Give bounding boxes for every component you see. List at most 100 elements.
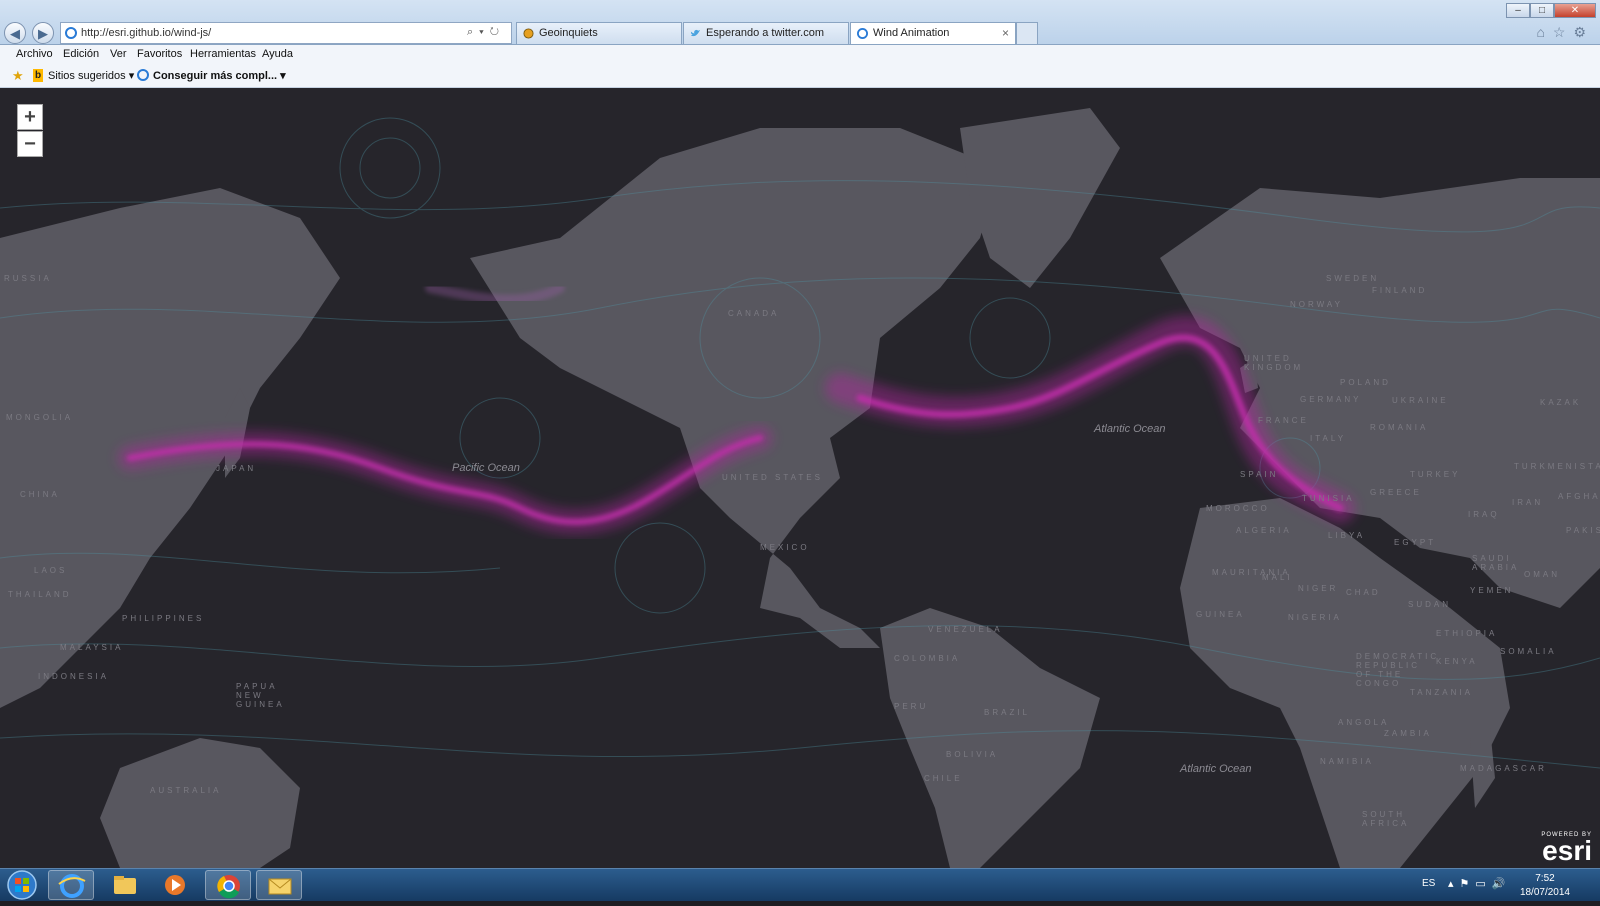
country-label: CHINA bbox=[20, 490, 60, 499]
country-label: FINLAND bbox=[1372, 286, 1428, 295]
country-label: ROMANIA bbox=[1370, 423, 1429, 432]
clock[interactable]: 7:52 18/07/2014 bbox=[1520, 872, 1570, 900]
menu-edicion[interactable]: Edición bbox=[63, 48, 99, 60]
minimize-button[interactable]: – bbox=[1506, 3, 1530, 18]
country-label: THAILAND bbox=[8, 590, 72, 599]
tab-label: Geoinquiets bbox=[539, 27, 598, 39]
start-button[interactable] bbox=[4, 869, 40, 901]
country-label: IRAQ bbox=[1468, 510, 1500, 519]
country-label: UNITED STATES bbox=[722, 473, 823, 482]
country-label: KENYA bbox=[1436, 657, 1478, 666]
country-label: YEMEN bbox=[1470, 586, 1514, 595]
tab-label: Esperando a twitter.com bbox=[706, 27, 825, 39]
maximize-button[interactable]: □ bbox=[1530, 3, 1554, 18]
ocean-label: Pacific Ocean bbox=[452, 462, 520, 474]
country-label: TANZANIA bbox=[1410, 688, 1473, 697]
country-label: PAKIST bbox=[1566, 526, 1600, 535]
wind-map[interactable]: + − CANADA UNITED STATES MEXICO VENEZUEL… bbox=[0, 88, 1600, 868]
system-tray: ES ▴⚑▭🔊 7:52 18/07/2014 bbox=[1400, 869, 1600, 901]
country-label: MADAGASCAR bbox=[1460, 764, 1547, 773]
country-label: MALI bbox=[1262, 573, 1293, 582]
country-label: CANADA bbox=[728, 309, 780, 318]
menu-archivo[interactable]: Archivo bbox=[16, 48, 53, 60]
country-label: BOLIVIA bbox=[946, 750, 999, 759]
country-label: RUSSIA bbox=[4, 274, 52, 283]
mail-icon bbox=[268, 878, 292, 895]
country-label: EGYPT bbox=[1394, 538, 1437, 547]
back-button[interactable]: ◀ bbox=[4, 22, 26, 44]
country-label: ZAMBIA bbox=[1384, 729, 1432, 738]
country-label: IRAN bbox=[1512, 498, 1544, 507]
country-label: MEXICO bbox=[760, 543, 810, 552]
esri-attribution[interactable]: POWERED BY esri bbox=[1541, 832, 1592, 865]
media-player-icon bbox=[165, 875, 185, 895]
address-url[interactable]: http://esri.github.io/wind-js/ bbox=[81, 27, 211, 39]
menu-ayuda[interactable]: Ayuda bbox=[262, 48, 293, 60]
country-label: MALAYSIA bbox=[60, 643, 124, 652]
country-label: LIBYA bbox=[1328, 531, 1366, 540]
menu-favoritos[interactable]: Favoritos bbox=[137, 48, 182, 60]
new-tab-button[interactable] bbox=[1016, 22, 1038, 44]
ie-page-icon bbox=[137, 69, 149, 81]
menu-herramientas[interactable]: Herramientas bbox=[190, 48, 256, 60]
tray-icons[interactable]: ▴⚑▭🔊 bbox=[1448, 877, 1511, 890]
country-label: COLOMBIA bbox=[894, 654, 961, 663]
country-label: TURKMENISTAN bbox=[1514, 462, 1600, 471]
window-controls: – □ ✕ bbox=[1506, 0, 1596, 18]
suggested-sites-link[interactable]: Sitios sugeridos ▾ bbox=[48, 69, 134, 82]
ie-page-icon bbox=[65, 27, 77, 39]
close-window-button[interactable]: ✕ bbox=[1554, 3, 1596, 18]
search-refresh-icons[interactable]: ⌕▾↻ bbox=[467, 26, 505, 39]
close-tab-icon[interactable]: × bbox=[1002, 26, 1009, 40]
taskbar-internet-explorer[interactable] bbox=[48, 870, 94, 900]
country-label: ETHIOPIA bbox=[1436, 629, 1498, 638]
country-label: MONGOLIA bbox=[6, 413, 74, 422]
country-label: NORWAY bbox=[1290, 300, 1343, 309]
country-label: POLAND bbox=[1340, 378, 1391, 387]
taskbar-mail[interactable] bbox=[256, 870, 302, 900]
taskbar-media-player[interactable] bbox=[152, 870, 198, 900]
language-indicator[interactable]: ES bbox=[1422, 878, 1435, 889]
country-label: KAZAK bbox=[1540, 398, 1582, 407]
country-label: GERMANY bbox=[1300, 395, 1362, 404]
country-label: CHILE bbox=[924, 774, 963, 783]
country-label: SOUTH AFRICA bbox=[1362, 810, 1410, 828]
taskbar-file-explorer[interactable] bbox=[102, 870, 148, 900]
tab-twitter[interactable]: Esperando a twitter.com bbox=[683, 22, 849, 44]
country-label: AUSTRALIA bbox=[150, 786, 222, 795]
browser-title-bar: ◀ ▶ http://esri.github.io/wind-js/ ⌕▾↻ G… bbox=[0, 0, 1600, 45]
taskbar-chrome[interactable] bbox=[205, 870, 251, 900]
chrome-icon bbox=[217, 875, 240, 899]
country-label: BRAZIL bbox=[984, 708, 1031, 717]
zoom-in-button[interactable]: + bbox=[17, 104, 43, 130]
country-label: MOROCCO bbox=[1206, 504, 1270, 513]
menu-ver[interactable]: Ver bbox=[110, 48, 127, 60]
tab-wind-animation[interactable]: Wind Animation × bbox=[850, 22, 1016, 44]
country-label: ANGOLA bbox=[1338, 718, 1390, 727]
clock-time: 7:52 bbox=[1535, 873, 1555, 884]
zoom-out-button[interactable]: − bbox=[17, 131, 43, 157]
country-label: INDONESIA bbox=[38, 672, 110, 681]
country-label: JAPAN bbox=[216, 464, 257, 473]
get-more-addons-link[interactable]: Conseguir más compl... ▾ bbox=[153, 69, 286, 82]
tab-geoinquiets[interactable]: Geoinquiets bbox=[516, 22, 682, 44]
country-label: SOMALIA bbox=[1500, 647, 1557, 656]
country-label: ITALY bbox=[1310, 434, 1347, 443]
favorites-star-icon[interactable]: ★ bbox=[12, 68, 24, 84]
country-label: VENEZUELA bbox=[928, 625, 1003, 634]
address-bar[interactable]: http://esri.github.io/wind-js/ ⌕▾↻ bbox=[60, 22, 512, 44]
country-label: SAUDI ARABIA bbox=[1472, 554, 1520, 572]
country-label: FRANCE bbox=[1258, 416, 1309, 425]
country-label: UNITED KINGDOM bbox=[1244, 354, 1304, 372]
forward-button[interactable]: ▶ bbox=[32, 22, 54, 44]
ie-page-icon bbox=[857, 28, 868, 39]
home-favorites-tools-icons[interactable]: ⌂☆⚙ bbox=[1536, 24, 1594, 41]
country-label: NAMIBIA bbox=[1320, 757, 1374, 766]
country-label: PHILIPPINES bbox=[122, 614, 205, 623]
twitter-bird-icon bbox=[690, 29, 701, 37]
country-label: LAOS bbox=[34, 566, 68, 575]
country-label: SUDAN bbox=[1408, 600, 1452, 609]
country-label: CHAD bbox=[1346, 588, 1381, 597]
windows-taskbar: ES ▴⚑▭🔊 7:52 18/07/2014 bbox=[0, 868, 1600, 901]
bing-icon: b bbox=[33, 69, 43, 82]
